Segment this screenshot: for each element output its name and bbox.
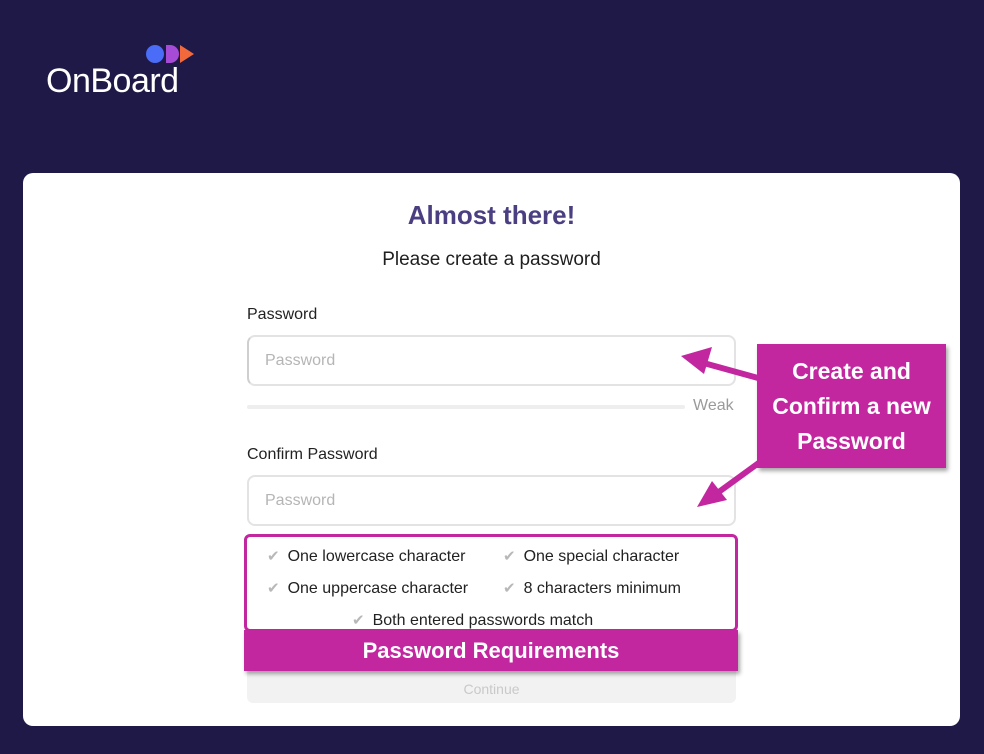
requirement-match: ✔ Both entered passwords match [352, 611, 593, 630]
password-strength-label: Weak [693, 397, 734, 414]
password-annotation-callout: Create and Confirm a new Password [757, 344, 946, 468]
page-title: Almost there! [407, 200, 576, 230]
requirements-list: ✔ One lowercase character ✔ One special ch… [244, 534, 738, 632]
confirm-password-label: Confirm Password [247, 446, 378, 463]
logo-mark-icon [146, 45, 194, 63]
requirement-minimum: ✔ 8 characters minimum [503, 579, 681, 598]
requirement-text: One special character [523, 548, 680, 565]
onboard-logo: OnBoard [46, 44, 206, 100]
password-input[interactable] [247, 335, 736, 386]
requirement-text: One lowercase character [287, 548, 466, 565]
check-icon: ✔ [503, 580, 516, 597]
requirements-annotation-banner: Password Requirements [244, 630, 738, 671]
requirement-uppercase: ✔ One uppercase character [267, 579, 468, 598]
requirement-text: Both entered passwords match [372, 612, 594, 629]
callout-line: Create and [792, 358, 911, 384]
callout-line: Confirm a new [772, 393, 931, 419]
check-icon: ✔ [267, 580, 280, 597]
callout-line: Password [797, 428, 906, 454]
check-icon: ✔ [352, 612, 365, 629]
page-subtitle: Please create a password [382, 249, 601, 270]
requirement-lowercase: ✔ One lowercase character [267, 547, 465, 566]
brand-name: OnBoard [46, 62, 179, 100]
requirement-text: One uppercase character [287, 580, 469, 597]
confirm-password-input[interactable] [247, 475, 736, 526]
requirement-special: ✔ One special character [503, 547, 679, 566]
password-label: Password [247, 306, 318, 323]
requirement-text: 8 characters minimum [523, 580, 681, 597]
check-icon: ✔ [503, 548, 516, 565]
password-strength-bar [247, 405, 685, 409]
check-icon: ✔ [267, 548, 280, 565]
